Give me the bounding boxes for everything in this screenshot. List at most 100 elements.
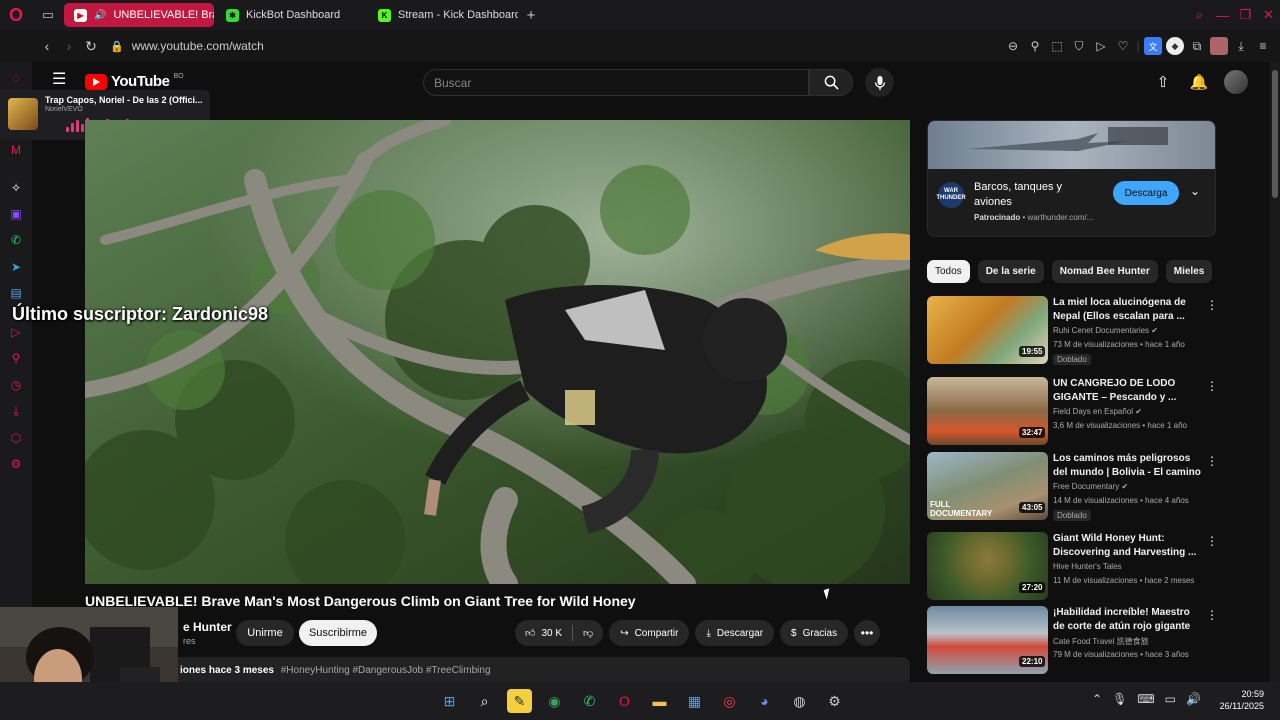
- recommendation-item[interactable]: FULL DOCUMENTARY 43:05 Los caminos más p…: [927, 452, 1218, 521]
- history-icon[interactable]: ◷: [8, 377, 24, 393]
- share-button[interactable]: ↪ Compartir: [609, 620, 690, 646]
- extensions-icon[interactable]: ⧉: [1188, 37, 1206, 55]
- dislike-button[interactable]: 👎︎: [573, 620, 603, 646]
- more-options-icon[interactable]: ⋮: [1206, 298, 1218, 312]
- extension-circle-icon[interactable]: ◆: [1166, 37, 1184, 55]
- upload-icon[interactable]: ⇧: [1152, 71, 1174, 93]
- volume-icon[interactable]: 🔊: [1186, 692, 1201, 706]
- more-options-icon[interactable]: ⋮: [1206, 534, 1218, 548]
- close-button[interactable]: ✕: [1257, 7, 1280, 23]
- scrollbar-thumb[interactable]: [1272, 70, 1278, 198]
- keyboard-icon[interactable]: ⌨: [1137, 692, 1154, 706]
- aria-icon[interactable]: ◌: [8, 70, 24, 86]
- pinboard-icon[interactable]: ⚲: [8, 350, 24, 366]
- microphone-tray-icon[interactable]: 🎙: [1112, 692, 1127, 706]
- maximize-button[interactable]: ❐: [1234, 7, 1257, 23]
- shield-icon[interactable]: ⛉: [1070, 37, 1088, 55]
- like-button[interactable]: 👍︎ 30 K: [515, 620, 572, 646]
- show-hidden-icons-icon[interactable]: ⌃: [1092, 692, 1102, 706]
- more-options-icon[interactable]: ⋮: [1206, 379, 1218, 393]
- minimize-button[interactable]: —: [1211, 8, 1234, 23]
- windows-start-icon[interactable]: ⊞: [437, 689, 462, 713]
- ad-banner-image[interactable]: [928, 121, 1215, 169]
- opera-logo-icon[interactable]: O: [0, 0, 32, 30]
- forward-button[interactable]: ›: [58, 38, 80, 54]
- download-icon[interactable]: ⤓: [1232, 37, 1250, 55]
- youtube-logo[interactable]: YouTube BO: [85, 73, 184, 90]
- reload-button[interactable]: ↻: [80, 38, 102, 55]
- tab-kickbot[interactable]: ✱ KickBot Dashboard: [216, 3, 366, 27]
- settings-icon[interactable]: ⚙: [8, 456, 24, 472]
- ad-download-button[interactable]: Descarga: [1113, 181, 1179, 205]
- extension-translate-icon[interactable]: 文: [1144, 37, 1162, 55]
- store-icon[interactable]: ▦: [682, 689, 707, 713]
- channel-name[interactable]: e Hunter: [183, 620, 232, 634]
- description-box[interactable]: iones hace 3 meses #HoneyHunting #Danger…: [85, 657, 910, 685]
- audio-playing-icon[interactable]: 🔊: [94, 10, 106, 21]
- chip-de-la-serie[interactable]: De la serie: [977, 260, 1044, 283]
- chip-nomad-bee-hunter[interactable]: Nomad Bee Hunter: [1051, 260, 1158, 283]
- snapshot-icon[interactable]: ⬚: [1048, 37, 1066, 55]
- recommendation-item[interactable]: 27:20 Giant Wild Honey Hunt: Discovering…: [927, 532, 1218, 600]
- voice-search-button[interactable]: [865, 68, 894, 97]
- sponsored-ad-card[interactable]: WAR THUNDER Barcos, tanques y aviones Pa…: [927, 120, 1216, 237]
- download-button[interactable]: ⤓ Descargar: [695, 620, 775, 646]
- extensions-sidebar-icon[interactable]: ⬡: [8, 430, 24, 446]
- channel-name[interactable]: Cate Food Travel 凯德食旅: [1053, 636, 1149, 647]
- downloads-sidebar-icon[interactable]: ⤓: [8, 403, 24, 419]
- music-icon[interactable]: M: [8, 142, 24, 158]
- chrome-icon[interactable]: ◉: [542, 689, 567, 713]
- zoom-icon[interactable]: ⊖: [1004, 37, 1022, 55]
- recommendation-item[interactable]: 22:10 ¡Habilidad increíble! Maestro de c…: [927, 606, 1218, 674]
- chatgpt-icon[interactable]: ✧: [8, 180, 24, 196]
- chevron-down-icon[interactable]: ⌄: [1190, 184, 1200, 198]
- player-icon[interactable]: ▷: [1092, 37, 1110, 55]
- chip-todos[interactable]: Todos: [927, 260, 970, 283]
- chip-mieles[interactable]: Mieles: [1165, 260, 1213, 283]
- search-tabs-icon[interactable]: ⌕: [1188, 7, 1211, 23]
- page-scrollbar[interactable]: [1270, 62, 1280, 682]
- channel-name[interactable]: Free Documentary ✔: [1053, 482, 1128, 491]
- obs-icon[interactable]: ◍: [787, 689, 812, 713]
- notifications-bell-icon[interactable]: 🔔: [1188, 71, 1210, 93]
- search-button[interactable]: [809, 69, 853, 96]
- discord-icon[interactable]: ◕: [752, 689, 777, 713]
- recommendation-item[interactable]: 19:55 La miel loca alucinógena de Nepal …: [927, 296, 1218, 365]
- channel-name[interactable]: Ruhi Cenet Documentaries ✔: [1053, 326, 1158, 335]
- twitch-icon[interactable]: ▣: [8, 206, 24, 222]
- video-title[interactable]: Giant Wild Honey Hunt: Discovering and H…: [1053, 532, 1203, 560]
- channel-name[interactable]: Field Days en Español ✔: [1053, 407, 1142, 416]
- sticky-notes-icon[interactable]: ✎: [507, 689, 532, 713]
- whatsapp-icon[interactable]: ✆: [8, 232, 24, 248]
- player-sidebar-icon[interactable]: ▷: [8, 324, 24, 340]
- tab-youtube[interactable]: ▶ 🔊 UNBELIEVABLE! Brave Man's Most Dange…: [64, 3, 214, 27]
- telegram-icon[interactable]: ➤: [8, 259, 24, 275]
- lock-icon[interactable]: 🔒: [110, 40, 124, 53]
- video-title[interactable]: La miel loca alucinógena de Nepal (Ellos…: [1053, 296, 1203, 324]
- file-explorer-icon[interactable]: ▬: [647, 689, 672, 713]
- thanks-button[interactable]: $ Gracias: [780, 620, 849, 646]
- heart-icon[interactable]: ♡: [1114, 37, 1132, 55]
- tab-switcher-icon[interactable]: ▭: [32, 0, 64, 30]
- video-title[interactable]: ¡Habilidad increíble! Maestro de corte d…: [1053, 606, 1203, 634]
- more-actions-button[interactable]: •••: [854, 620, 881, 646]
- new-tab-button[interactable]: +: [520, 4, 542, 26]
- search-icon[interactable]: ⌕: [472, 689, 497, 713]
- subscribe-button[interactable]: Suscribirme: [299, 620, 377, 646]
- extension-sidebar-icon[interactable]: ▤: [8, 285, 24, 301]
- video-title[interactable]: UN CANGREJO DE LODO GIGANTE – Pescando y…: [1053, 377, 1203, 405]
- menu-icon[interactable]: ≡: [1254, 37, 1272, 55]
- display-icon[interactable]: ▭: [1165, 692, 1176, 706]
- more-options-icon[interactable]: ⋮: [1206, 608, 1218, 622]
- opera-gx-icon[interactable]: ◎: [717, 689, 742, 713]
- hamburger-menu-icon[interactable]: ☰: [52, 72, 68, 88]
- tab-kick-dashboard[interactable]: K Stream - Kick Dashboard: [368, 3, 518, 27]
- profile-avatar[interactable]: [1210, 37, 1228, 55]
- url-field[interactable]: www.youtube.com/watch: [132, 39, 264, 53]
- video-player[interactable]: [85, 120, 910, 584]
- taskbar-clock[interactable]: 20:59 26/11/2025: [1220, 688, 1264, 712]
- search-input[interactable]: Buscar: [423, 69, 809, 96]
- whatsapp-icon[interactable]: ✆: [577, 689, 602, 713]
- user-avatar[interactable]: [1224, 70, 1248, 94]
- settings-gear-icon[interactable]: ⚙: [822, 689, 847, 713]
